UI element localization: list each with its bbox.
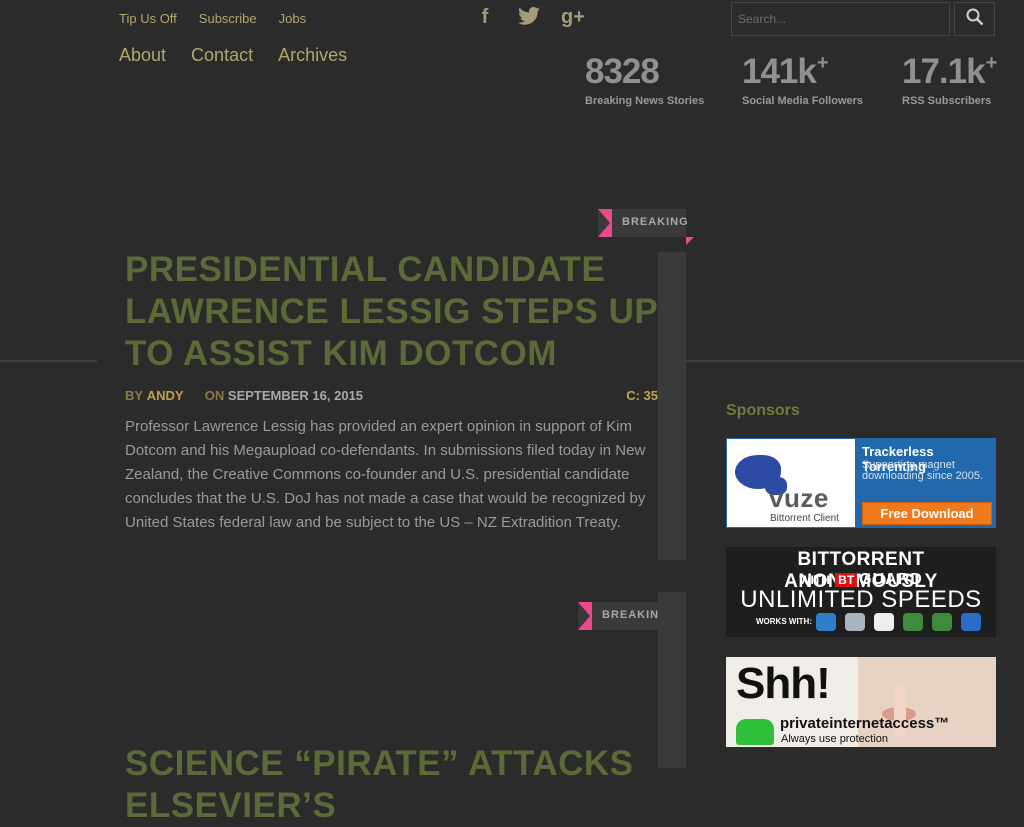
ad-tagline: Always use protection xyxy=(781,733,888,745)
stat-rss: 17.1k+ RSS Subscribers xyxy=(902,42,997,107)
pia-ad[interactable]: Shh! privateinternetaccess™ Always use p… xyxy=(726,657,996,747)
corner-accent xyxy=(686,237,694,245)
social-links: f g+ xyxy=(472,6,586,32)
nav-contact[interactable]: Contact xyxy=(191,45,253,66)
article-title[interactable]: Presidential Candidate Lawrence Lessig S… xyxy=(125,249,665,375)
article-side-bar xyxy=(658,592,686,768)
stat-stories: 8328 Breaking News Stories xyxy=(585,42,704,107)
by-label: BY xyxy=(125,388,144,403)
stat-value: 8328 xyxy=(585,52,660,91)
main-nav: About Contact Archives xyxy=(119,45,347,66)
facebook-icon[interactable]: f xyxy=(472,6,498,32)
author-link[interactable]: ANDY xyxy=(147,388,184,403)
nav-archives[interactable]: Archives xyxy=(278,45,347,66)
article-date: SEPTEMBER 16, 2015 xyxy=(227,388,364,403)
vuze-logo: vuze Bittorrent Client xyxy=(727,439,855,527)
works-with-label: WORKS WITH: xyxy=(756,617,812,626)
google-plus-icon[interactable]: g+ xyxy=(560,6,586,32)
windows-icon xyxy=(816,613,836,631)
ad-brand: privateinternetaccess™ xyxy=(780,715,950,732)
apple-icon xyxy=(845,613,865,631)
stat-label: Social Media Followers xyxy=(742,95,864,107)
article-title[interactable]: Science “Pirate” Attacks Elsevier’s xyxy=(125,743,665,827)
client-icon xyxy=(961,613,981,631)
platform-icons xyxy=(816,613,981,631)
article-meta: BY ANDY ON SEPTEMBER 16, 2015 C: 35 xyxy=(125,388,658,406)
divider xyxy=(0,360,97,362)
jobs-link[interactable]: Jobs xyxy=(279,11,306,26)
linux-icon xyxy=(874,613,894,631)
vuze-ad[interactable]: vuze Bittorrent Client Trackerless Torre… xyxy=(726,438,996,528)
ad-subtext: Supporting magnet downloading since 2005… xyxy=(862,459,984,482)
search-button[interactable] xyxy=(954,2,995,36)
twitter-icon[interactable] xyxy=(516,6,542,32)
stat-value: 17.1k+ xyxy=(902,52,997,91)
stat-followers: 141k+ Social Media Followers xyxy=(742,42,863,107)
tip-us-off-link[interactable]: Tip Us Off xyxy=(119,11,177,26)
client-icon xyxy=(932,613,952,631)
utorrent-icon xyxy=(903,613,923,631)
vuze-brand-sub: Bittorrent Client xyxy=(770,513,839,524)
nav-about[interactable]: About xyxy=(119,45,166,66)
search-form xyxy=(731,2,995,36)
btguard-ad[interactable]: BITTORRENT ANONYMOUSLY WITH BT GUARD UNLI… xyxy=(726,547,996,637)
top-bar: Tip Us Off Subscribe Jobs f g+ xyxy=(0,0,1024,40)
article-excerpt: Professor Lawrence Lessig has provided a… xyxy=(125,418,646,531)
flag-icon xyxy=(598,209,612,237)
search-input[interactable] xyxy=(731,2,950,36)
category-badge[interactable]: BREAKING xyxy=(578,602,674,638)
free-download-button[interactable]: Free Download xyxy=(862,502,992,525)
subscribe-link[interactable]: Subscribe xyxy=(199,11,257,26)
category-badge[interactable]: BREAKING xyxy=(598,209,694,245)
ad-headline: Shh! xyxy=(736,659,831,708)
on-label: ON xyxy=(204,388,225,403)
divider xyxy=(686,360,1024,362)
sponsors-heading: Sponsors xyxy=(726,402,800,419)
search-icon xyxy=(966,8,983,25)
stat-label: Breaking News Stories xyxy=(585,95,705,107)
stat-value: 141k+ xyxy=(742,52,829,91)
top-links: Tip Us Off Subscribe Jobs xyxy=(119,11,306,26)
flag-icon xyxy=(578,602,592,630)
vuze-brand: vuze xyxy=(769,483,829,513)
stat-label: RSS Subscribers xyxy=(902,95,992,107)
ad-line: UNLIMITED SPEEDS xyxy=(740,586,982,613)
comments-link[interactable]: C: 35 xyxy=(626,388,658,403)
category-label: BREAKING xyxy=(622,216,689,228)
lock-icon xyxy=(736,719,774,745)
